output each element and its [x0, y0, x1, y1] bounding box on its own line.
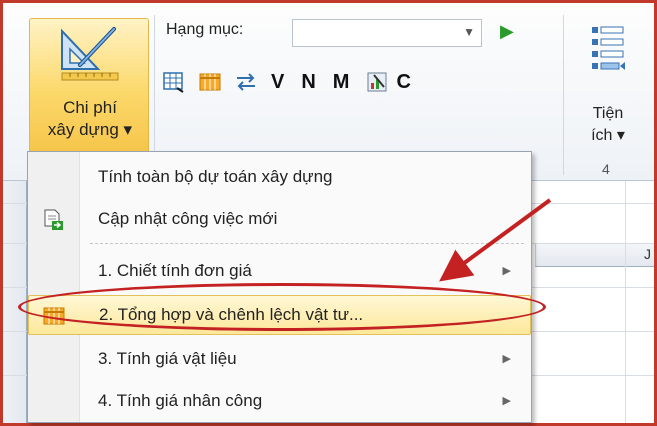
column-letter: J [644, 246, 651, 262]
chi-phi-label-line1: Chi phí [63, 98, 117, 117]
menu-item-label: 4. Tính giá nhân công [98, 391, 263, 410]
menu-item-label: 3. Tính giá vật liệu [98, 349, 237, 368]
swap-arrows-icon[interactable] [235, 71, 257, 93]
menu-item-tinh-gia-nhan-cong[interactable]: 4. Tính giá nhân công ▶ [28, 382, 531, 422]
menu-separator [90, 243, 524, 244]
document-update-icon [44, 209, 63, 230]
highlight-oval [18, 283, 546, 331]
grid-import-icon[interactable] [163, 71, 185, 93]
chi-phi-label: Chi phí xây dựng ▾ [30, 97, 150, 141]
tien-ich-label-line2: ích ▾ [591, 127, 625, 144]
menu-item-tinh-gia-vat-lieu[interactable]: 3. Tính giá vật liệu ▶ [28, 340, 531, 380]
menu-item-label: Tính toàn bộ dự toán xây dựng [98, 167, 333, 186]
drafting-tools-icon [61, 27, 119, 81]
submenu-arrow-icon: ▶ [502, 395, 511, 407]
menu-item-label: Cập nhật công việc mới [98, 209, 278, 228]
submenu-arrow-icon: ▶ [502, 265, 511, 277]
toolbar-v-button[interactable]: V [271, 71, 284, 94]
chevron-down-icon[interactable]: ▼ [463, 25, 475, 39]
tien-ich-button[interactable]: Tiện ích ▾ [575, 17, 641, 157]
grid-line [625, 181, 626, 423]
list-icon [592, 26, 625, 70]
chi-phi-xay-dung-button[interactable]: Chi phí xây dựng ▾ [29, 18, 149, 154]
menu-item-cap-nhat[interactable]: Cập nhật công việc mới [28, 200, 531, 240]
tien-ich-label-line1: Tiện [592, 105, 624, 122]
toolbar-c-button[interactable]: C [396, 71, 410, 94]
hang-muc-combobox[interactable]: ▼ [292, 19, 482, 47]
hang-muc-label: Hạng mục: [166, 21, 244, 38]
play-icon[interactable]: ▶ [500, 21, 514, 42]
ribbon-toolbar-row: V N M C [163, 65, 428, 99]
submenu-arrow-icon: ▶ [502, 353, 511, 365]
group-separator [563, 15, 564, 175]
chi-phi-label-line2: xây dựng ▾ [47, 120, 133, 139]
menu-item-label: 1. Chiết tính đơn giá [98, 261, 252, 280]
toolbar-n-button[interactable]: N [301, 71, 315, 94]
menu-item-tinh-toan-bo[interactable]: Tính toàn bộ dự toán xây dựng [28, 158, 531, 198]
column-header[interactable]: J [535, 243, 654, 267]
table-icon[interactable] [199, 71, 221, 93]
chart-edit-icon[interactable] [366, 71, 388, 93]
tien-ich-label: Tiện ích ▾ [575, 103, 641, 147]
toolbar-m-button[interactable]: M [333, 71, 350, 94]
ribbon-group-number: 4 [602, 161, 610, 177]
